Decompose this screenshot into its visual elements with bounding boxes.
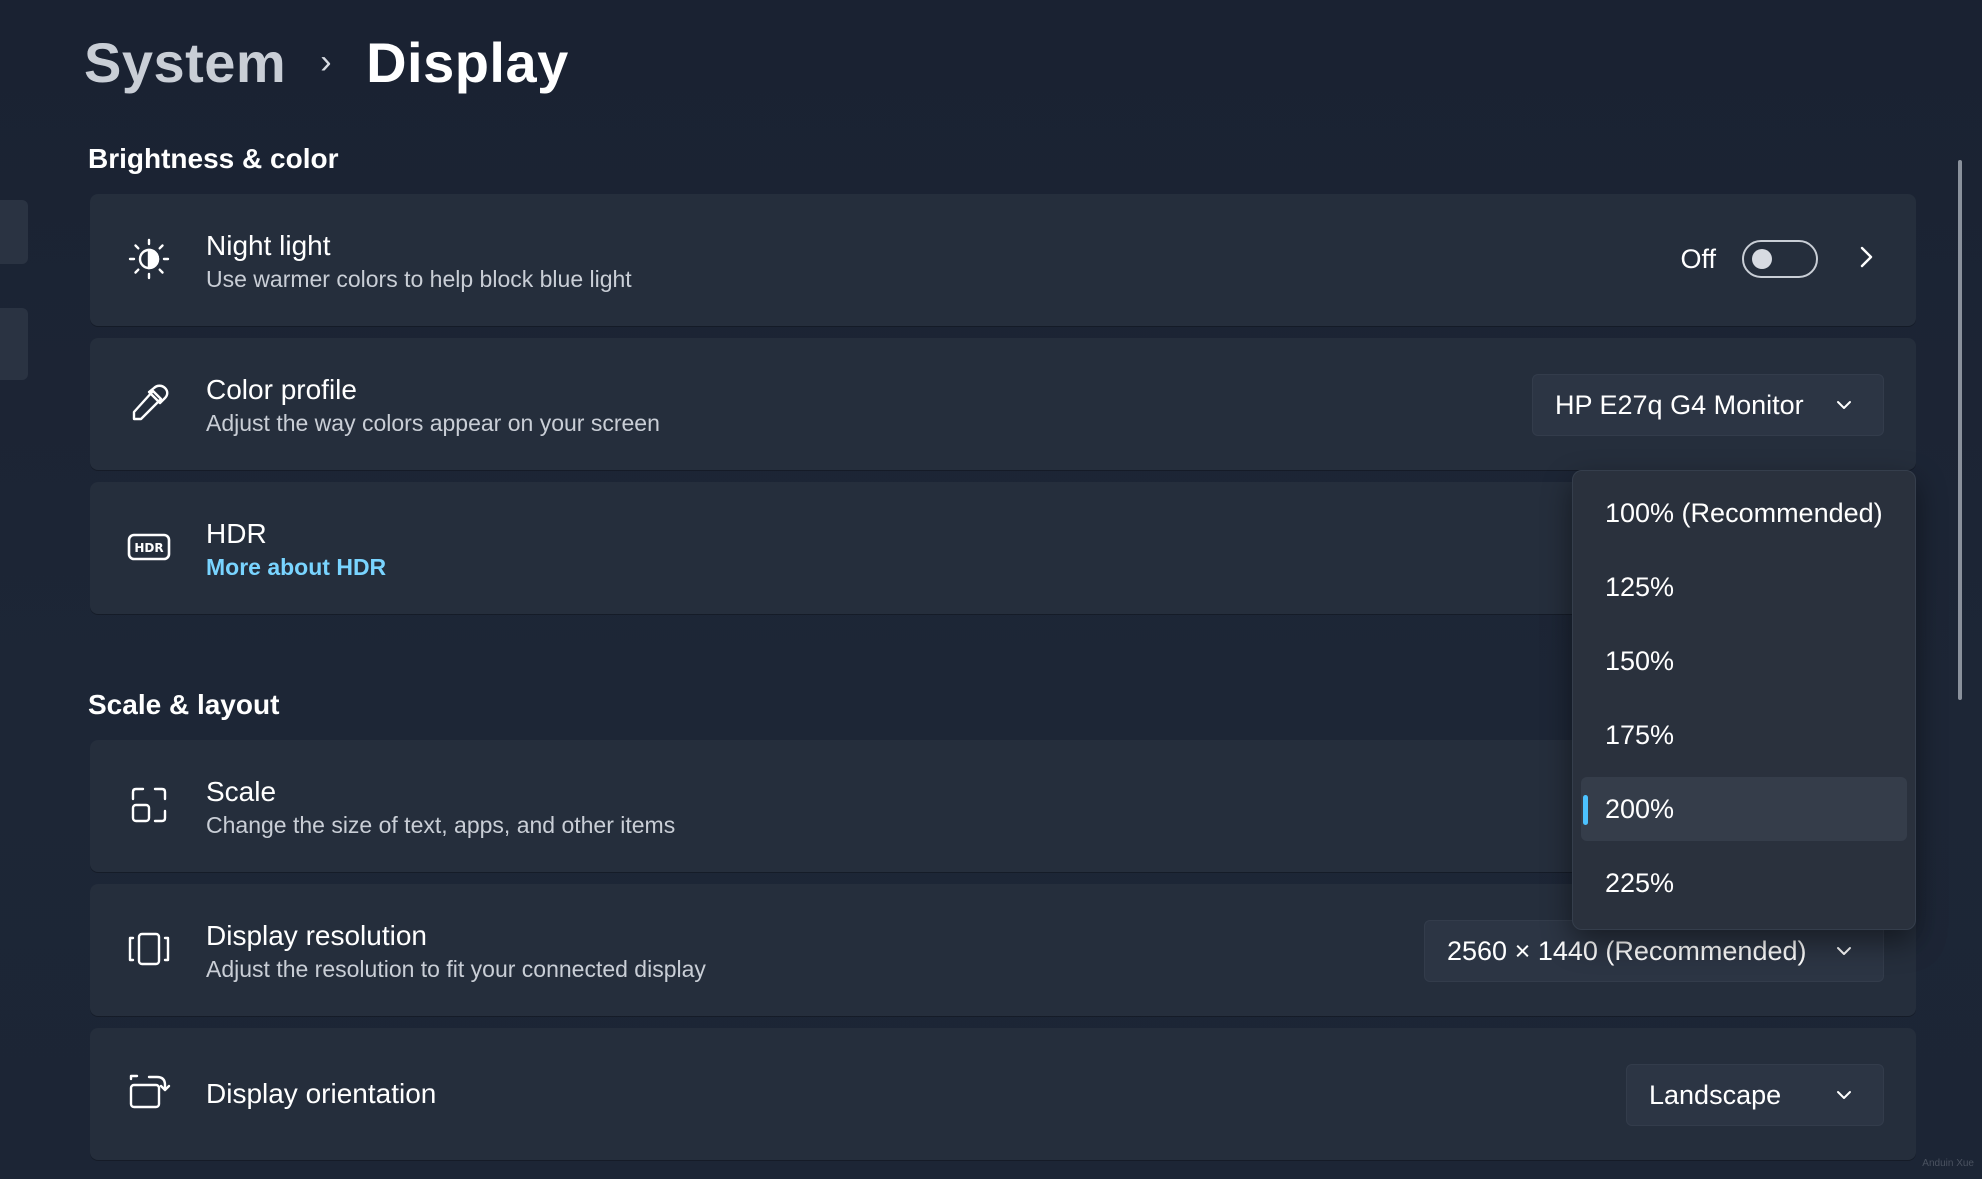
chevron-down-icon	[1837, 401, 1851, 409]
scale-option-label: 175%	[1605, 719, 1675, 750]
section-title-brightness: Brightness & color	[88, 143, 339, 174]
scale-option-label: 150%	[1605, 645, 1675, 676]
color-profile-card: Color profile Adjust the way colors appe…	[90, 338, 1916, 470]
scale-option-label: 225%	[1605, 867, 1675, 898]
color-profile-title: Color profile	[206, 374, 357, 405]
selection-indicator	[1583, 795, 1588, 825]
scale-dropdown-flyout: 100% (Recommended) 125% 150% 175% 200% 2…	[1572, 470, 1916, 930]
orientation-dropdown[interactable]: Landscape	[1626, 1064, 1884, 1126]
breadcrumb-system[interactable]: System	[84, 30, 286, 95]
section-title-scale-layout: Scale & layout	[88, 689, 280, 720]
chevron-down-icon	[1837, 1091, 1851, 1099]
resolution-title: Display resolution	[206, 920, 427, 951]
hdr-title: HDR	[206, 518, 267, 549]
night-light-title: Night light	[206, 230, 331, 261]
color-profile-subtitle: Adjust the way colors appear on your scr…	[206, 410, 660, 436]
chevron-right-icon[interactable]	[1856, 244, 1876, 275]
scale-icon	[126, 782, 172, 828]
scale-option[interactable]: 150%	[1581, 629, 1907, 693]
nav-item-stub[interactable]	[0, 200, 28, 264]
page-title: Display	[366, 31, 569, 94]
color-profile-dropdown[interactable]: HP E27q G4 Monitor	[1532, 374, 1884, 436]
rotate-display-icon	[126, 1070, 172, 1116]
scale-option-label: 100% (Recommended)	[1605, 497, 1883, 528]
night-light-state: Off	[1680, 243, 1716, 274]
resolution-icon	[126, 926, 172, 972]
watermark: Anduin Xue	[1922, 1158, 1974, 1169]
hdr-icon: HDR	[126, 524, 172, 570]
scale-option-label: 200%	[1605, 793, 1675, 824]
chevron-right-icon: ›	[320, 43, 333, 81]
resolution-value: 2560 × 1440 (Recommended)	[1447, 935, 1807, 966]
eyedropper-icon	[126, 380, 172, 426]
settings-window: System › Display Brightness & color Nigh…	[0, 0, 1982, 1179]
scale-option[interactable]: 100% (Recommended)	[1581, 481, 1907, 545]
scale-option[interactable]: 225%	[1581, 851, 1907, 915]
hdr-learn-more-link[interactable]: More about HDR	[206, 554, 386, 581]
orientation-title: Display orientation	[206, 1078, 437, 1109]
toggle-knob	[1752, 249, 1772, 269]
night-light-toggle[interactable]	[1742, 240, 1818, 278]
nav-item-stub[interactable]	[0, 308, 28, 380]
scrollbar[interactable]	[1958, 160, 1962, 700]
scale-option-selected[interactable]: 200%	[1581, 777, 1907, 841]
scale-option[interactable]: 125%	[1581, 555, 1907, 619]
sun-moon-icon	[126, 236, 172, 282]
night-light-subtitle: Use warmer colors to help block blue lig…	[206, 266, 632, 292]
orientation-card: Display orientation Landscape	[90, 1028, 1916, 1160]
night-light-card[interactable]: Night light Use warmer colors to help bl…	[90, 194, 1916, 326]
night-light-controls: Off	[1680, 240, 1876, 278]
orientation-value: Landscape	[1649, 1079, 1782, 1110]
scale-subtitle: Change the size of text, apps, and other…	[206, 812, 676, 838]
scale-option-label: 125%	[1605, 571, 1675, 602]
scale-title: Scale	[206, 776, 277, 807]
breadcrumb: System › Display	[84, 30, 569, 95]
svg-text:HDR: HDR	[134, 541, 163, 555]
resolution-subtitle: Adjust the resolution to fit your connec…	[206, 956, 706, 982]
chevron-down-icon	[1837, 947, 1851, 955]
scale-option[interactable]: 175%	[1581, 703, 1907, 767]
color-profile-value: HP E27q G4 Monitor	[1555, 389, 1804, 420]
